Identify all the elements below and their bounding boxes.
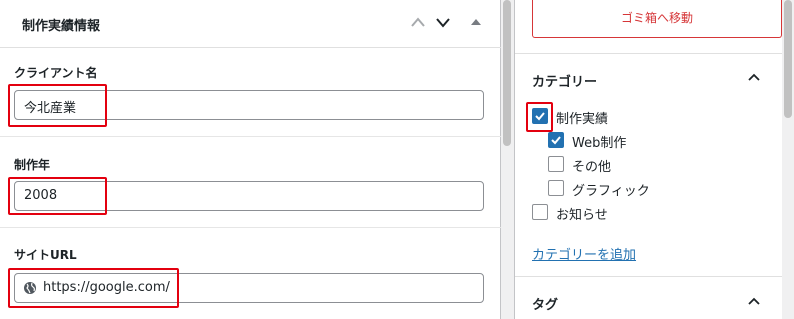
site-url-value: https://google.com/	[43, 280, 170, 295]
production-year-field: 制作年 2008	[0, 137, 501, 227]
chevron-up-icon[interactable]	[747, 296, 761, 306]
toggle-panel-button[interactable]	[467, 12, 489, 34]
checkmark-icon	[535, 112, 545, 121]
category-label: Web制作	[572, 136, 627, 151]
site-url-input[interactable]: https://google.com/	[14, 273, 484, 303]
client-name-value: 今北産業	[24, 101, 77, 116]
right-scrollbar-thumb[interactable]	[784, 0, 792, 118]
category-label: グラフィック	[572, 184, 650, 199]
category-label: お知らせ	[556, 208, 608, 223]
globe-icon	[24, 282, 36, 294]
meta-box-header: 制作実績情報	[0, 0, 501, 48]
settings-sidebar: ゴミ箱へ移動 カテゴリー 制作実績 Web制作 その他 グラフィック お知らせ	[514, 0, 783, 319]
category-label: その他	[572, 160, 612, 175]
move-to-trash-button[interactable]: ゴミ箱へ移動	[532, 0, 782, 38]
client-name-label: クライアント名	[14, 66, 98, 80]
production-year-label: 制作年	[14, 158, 51, 172]
category-label: 制作実績	[556, 112, 609, 127]
production-year-value: 2008	[24, 188, 58, 203]
chevron-up-icon	[411, 17, 425, 27]
sidebar-divider	[515, 276, 783, 277]
category-checkbox[interactable]	[548, 156, 564, 172]
category-checkbox[interactable]	[548, 132, 564, 148]
chevron-up-icon[interactable]	[747, 72, 761, 82]
site-url-field: サイトURL https://google.com/	[0, 228, 501, 319]
move-up-button[interactable]	[407, 12, 429, 34]
caret-up-icon	[471, 19, 481, 25]
site-url-label: サイトURL	[14, 248, 77, 262]
meta-box-title: 制作実績情報	[22, 19, 101, 34]
client-name-input[interactable]: 今北産業	[14, 90, 484, 120]
production-year-input[interactable]: 2008	[14, 181, 484, 211]
checkmark-icon	[551, 136, 561, 145]
tags-panel-title: タグ	[532, 298, 559, 313]
sidebar-divider	[515, 53, 783, 54]
category-checkbox[interactable]	[548, 180, 564, 196]
move-down-button[interactable]	[432, 12, 454, 34]
category-checkbox[interactable]	[532, 204, 548, 220]
add-category-link[interactable]: カテゴリーを追加	[532, 244, 636, 263]
categories-panel-title: カテゴリー	[532, 75, 598, 90]
chevron-down-icon	[436, 18, 450, 28]
category-checkbox[interactable]	[532, 108, 548, 124]
meta-box-panel: 制作実績情報 クライアント名 今北産業 制作年 2008 サイトURL http…	[0, 0, 501, 319]
left-scrollbar-thumb[interactable]	[503, 0, 511, 146]
client-name-field: クライアント名 今北産業	[0, 48, 501, 136]
